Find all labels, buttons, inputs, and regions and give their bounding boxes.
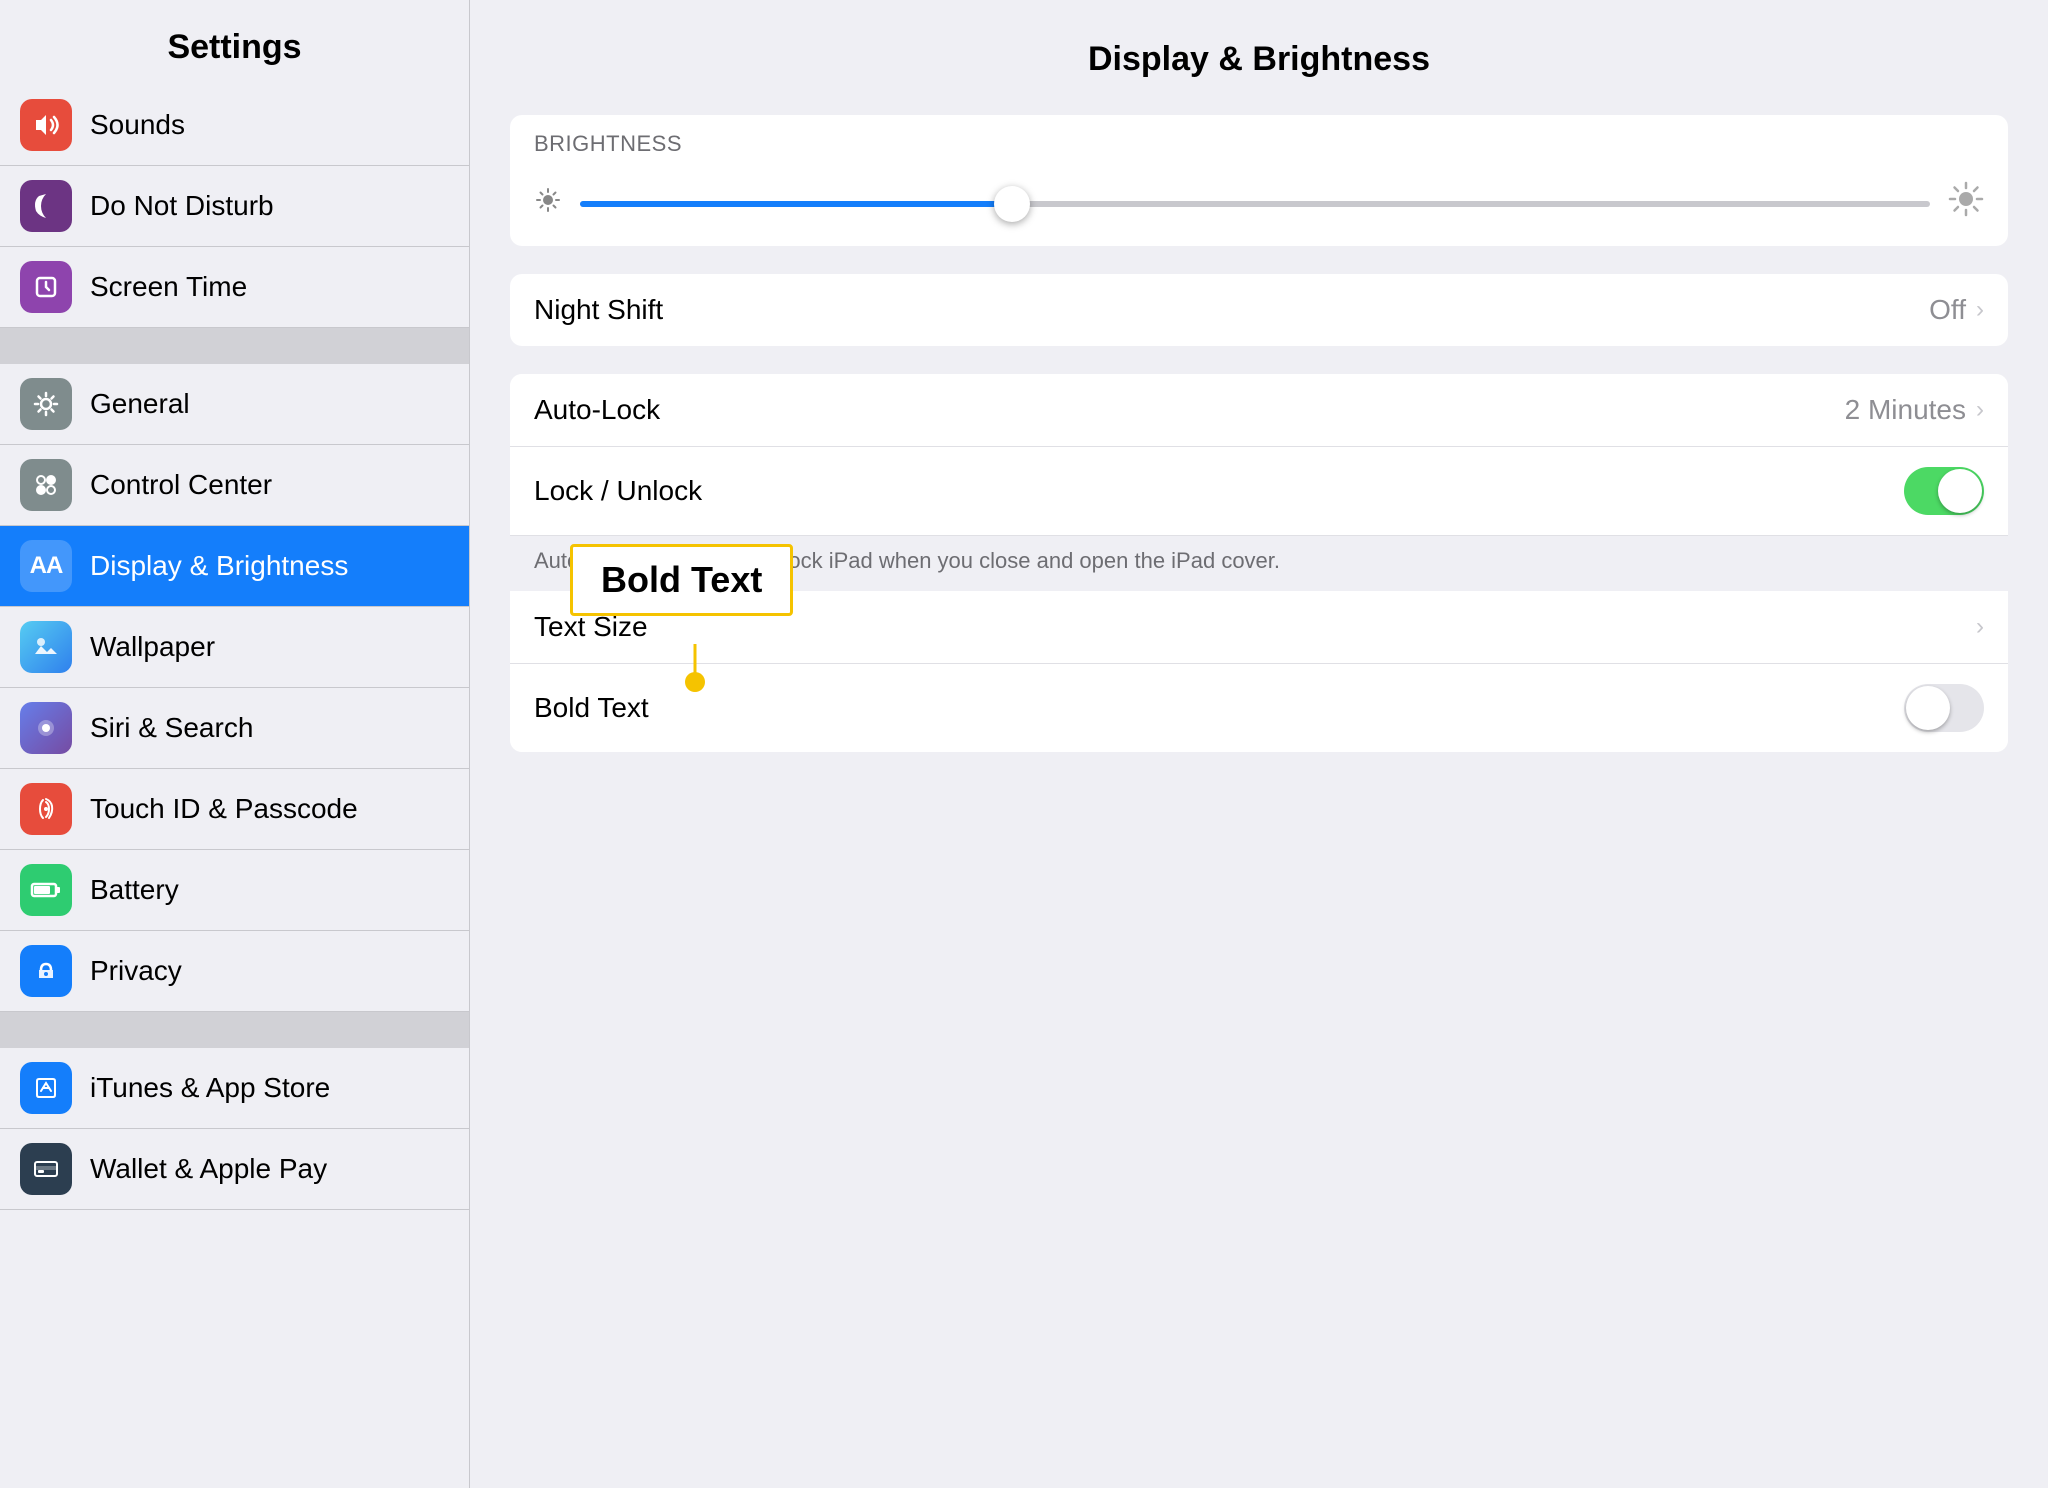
boldtext-toggle-knob: [1906, 686, 1950, 730]
sidebar-item-battery[interactable]: Battery: [0, 850, 469, 931]
brightness-high-icon: [1948, 181, 1984, 226]
sidebar-item-touchid-label: Touch ID & Passcode: [90, 793, 358, 825]
lockunlock-toggle-knob: [1938, 469, 1982, 513]
sidebar-item-walletapplepay-label: Wallet & Apple Pay: [90, 1153, 327, 1185]
annotation-label: Bold Text: [601, 559, 762, 600]
nightshift-row[interactable]: Night Shift Off ›: [510, 274, 2008, 346]
main-content: Display & Brightness BRIGHTNESS: [470, 0, 2048, 1488]
nightshift-value: Off: [1929, 294, 1966, 326]
sidebar-item-touchid[interactable]: Touch ID & Passcode: [0, 769, 469, 850]
sidebar-item-wallpaper-label: Wallpaper: [90, 631, 215, 663]
sidebar-group-4: iTunes & App Store Wallet & Apple Pay: [0, 1048, 469, 1210]
sidebar-separator-2: [0, 1012, 469, 1048]
sidebar-item-controlcenter[interactable]: Control Center: [0, 445, 469, 526]
brightness-slider-thumb[interactable]: [994, 186, 1030, 222]
main-title: Display & Brightness: [510, 30, 2008, 79]
brightness-slider-fill: [580, 201, 1012, 207]
sidebar-item-donotdisturb-label: Do Not Disturb: [90, 190, 274, 222]
sidebar-item-walletapplepay[interactable]: Wallet & Apple Pay: [0, 1129, 469, 1210]
autolock-value: 2 Minutes: [1845, 394, 1966, 426]
brightness-slider-track[interactable]: [580, 201, 1930, 207]
sidebar-item-itunesappstore-label: iTunes & App Store: [90, 1072, 330, 1104]
sidebar-item-privacy[interactable]: Privacy: [0, 931, 469, 1012]
brightness-row: [510, 161, 2008, 246]
donotdisturb-icon: [20, 180, 72, 232]
sidebar-item-displaybrightness[interactable]: AA Display & Brightness: [0, 526, 469, 607]
lockunlock-toggle[interactable]: [1904, 467, 1984, 515]
privacy-icon: [20, 945, 72, 997]
touchid-icon: [20, 783, 72, 835]
sidebar-item-wallpaper[interactable]: Wallpaper: [0, 607, 469, 688]
boldtext-row: Bold Text Bold Text: [510, 664, 2008, 752]
autolock-chevron: ›: [1976, 396, 1984, 424]
general-icon: [20, 378, 72, 430]
autolock-row[interactable]: Auto-Lock 2 Minutes ›: [510, 374, 2008, 447]
sidebar-item-donotdisturb[interactable]: Do Not Disturb: [0, 166, 469, 247]
sidebar-item-general[interactable]: General: [0, 364, 469, 445]
autolock-label: Auto-Lock: [534, 394, 1845, 426]
sidebar-item-controlcenter-label: Control Center: [90, 469, 272, 501]
controlcenter-icon: [20, 459, 72, 511]
sidebar-item-battery-label: Battery: [90, 874, 179, 906]
sidebar: Settings Sounds Do Not Disturb: [0, 0, 470, 1488]
sidebar-separator-1: [0, 328, 469, 364]
nightshift-label: Night Shift: [534, 294, 1929, 326]
sidebar-item-sirisearch[interactable]: Siri & Search: [0, 688, 469, 769]
sidebar-item-itunesappstore[interactable]: iTunes & App Store: [0, 1048, 469, 1129]
wallpaper-icon: [20, 621, 72, 673]
sidebar-item-sirisearch-label: Siri & Search: [90, 712, 253, 744]
sirisearch-icon: [20, 702, 72, 754]
sidebar-item-sounds-label: Sounds: [90, 109, 185, 141]
sounds-icon: [20, 99, 72, 151]
lock-settings-card: Auto-Lock 2 Minutes › Lock / Unlock Auto…: [510, 374, 2008, 752]
sidebar-group-1: Sounds Do Not Disturb Screen Time: [0, 85, 469, 328]
annotation-box: Bold Text: [570, 544, 793, 616]
sidebar-item-screentime[interactable]: Screen Time: [0, 247, 469, 328]
sidebar-item-privacy-label: Privacy: [90, 955, 182, 987]
lockunlock-row: Lock / Unlock: [510, 447, 2008, 536]
sidebar-item-screentime-label: Screen Time: [90, 271, 247, 303]
boldtext-label: Bold Text: [534, 692, 1904, 724]
sidebar-group-3: Wallpaper Siri & Search Touch ID & Pas: [0, 607, 469, 1012]
nightshift-card: Night Shift Off ›: [510, 274, 2008, 346]
displaybrightness-icon: AA: [20, 540, 72, 592]
itunesappstore-icon: [20, 1062, 72, 1114]
brightness-card: BRIGHTNESS: [510, 115, 2008, 246]
sidebar-item-general-label: General: [90, 388, 190, 420]
boldtext-toggle[interactable]: [1904, 684, 1984, 732]
brightness-low-icon: [534, 186, 562, 221]
sidebar-group-2: General Control Center AA Display & Brig…: [0, 364, 469, 607]
sidebar-item-displaybrightness-label: Display & Brightness: [90, 550, 348, 582]
sidebar-title: Settings: [0, 0, 469, 85]
brightness-label: BRIGHTNESS: [534, 131, 682, 156]
screentime-icon: [20, 261, 72, 313]
walletapplepay-icon: [20, 1143, 72, 1195]
lockunlock-label: Lock / Unlock: [534, 475, 1904, 507]
sidebar-item-sounds[interactable]: Sounds: [0, 85, 469, 166]
battery-icon: [20, 864, 72, 916]
nightshift-chevron: ›: [1976, 296, 1984, 324]
textsize-chevron: ›: [1976, 613, 1984, 641]
